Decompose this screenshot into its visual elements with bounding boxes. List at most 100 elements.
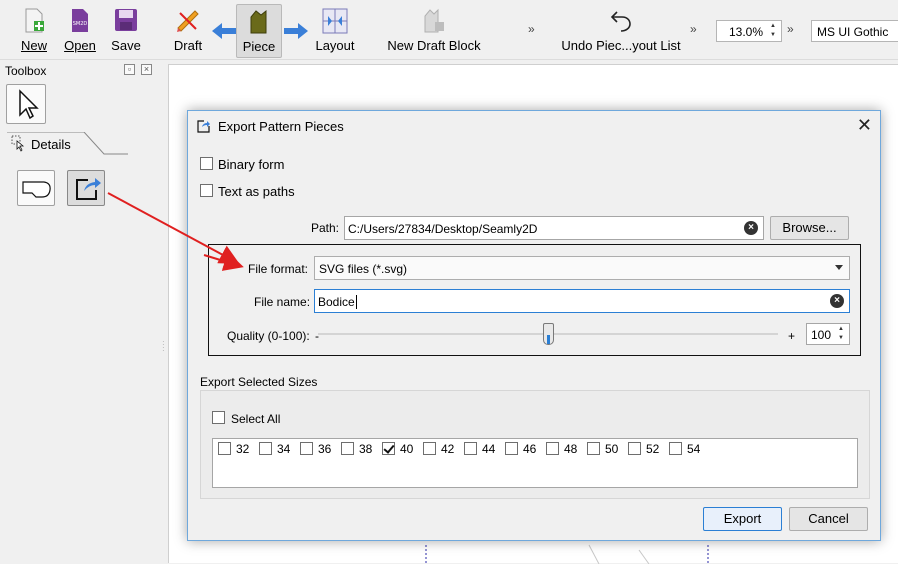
- undo-button[interactable]: Undo Piec...yout List: [560, 4, 682, 58]
- draft-button[interactable]: Draft: [168, 4, 208, 58]
- text-as-paths-checkbox[interactable]: [200, 184, 213, 197]
- quality-value: 100: [811, 328, 832, 342]
- clear-file-name-icon[interactable]: ×: [830, 294, 844, 308]
- piece-tool-button[interactable]: [17, 170, 55, 206]
- cancel-button[interactable]: Cancel: [789, 507, 868, 531]
- size-checkbox[interactable]: [341, 442, 354, 455]
- size-checkbox[interactable]: [669, 442, 682, 455]
- new-draft-block-icon: [424, 8, 444, 33]
- new-label: New: [20, 38, 47, 53]
- size-checkbox[interactable]: [423, 442, 436, 455]
- path-value: C:/Users/27834/Desktop/Seamly2D: [348, 222, 538, 236]
- size-checkbox[interactable]: [505, 442, 518, 455]
- font-value: MS UI Gothic: [817, 25, 889, 39]
- size-checkbox[interactable]: [300, 442, 313, 455]
- browse-button[interactable]: Browse...: [770, 216, 849, 240]
- piece-icon: [250, 9, 267, 34]
- toolbar-overflow-chevron-3[interactable]: »: [787, 22, 794, 36]
- sizes-group-label: Export Selected Sizes: [200, 375, 318, 389]
- size-label: 54: [687, 442, 701, 456]
- file-name-label: File name:: [254, 295, 311, 309]
- toolbox-title: Toolbox: [5, 64, 47, 78]
- browse-label: Browse...: [782, 220, 837, 235]
- layout-icon: [322, 8, 348, 34]
- binary-form-checkbox[interactable]: [200, 157, 213, 170]
- path-label: Path:: [311, 221, 340, 235]
- size-checkbox[interactable]: [546, 442, 559, 455]
- spin-up-icon[interactable]: ▲: [767, 22, 779, 31]
- layout-label: Layout: [315, 38, 355, 53]
- text-as-paths-label: Text as paths: [218, 184, 295, 199]
- export-button[interactable]: Export: [703, 507, 782, 531]
- quality-plus: +: [788, 329, 796, 343]
- file-format-label: File format:: [248, 262, 309, 276]
- cancel-label: Cancel: [808, 511, 849, 526]
- text-cursor: [355, 295, 357, 309]
- piece-outline-icon: [22, 181, 51, 198]
- size-label: 50: [605, 442, 619, 456]
- binary-form-label: Binary form: [218, 157, 285, 172]
- size-checkbox[interactable]: [382, 442, 395, 455]
- dock-buttons: ▫ ×: [124, 64, 158, 75]
- quality-minus: -: [315, 329, 319, 343]
- open-button[interactable]: SM2D Open: [62, 4, 98, 58]
- new-draft-block-label: New Draft Block: [387, 38, 481, 53]
- float-icon[interactable]: ▫: [124, 64, 135, 75]
- main-toolbar: New SM2D Open Save Draft Piece Layout Ne…: [0, 0, 898, 60]
- open-sm2d-icon: SM2D: [72, 9, 88, 32]
- size-checkbox[interactable]: [218, 442, 231, 455]
- size-checkbox[interactable]: [628, 442, 641, 455]
- details-tab[interactable]: Details: [6, 132, 128, 156]
- spin-down-icon[interactable]: ▼: [835, 334, 847, 343]
- size-label: 32: [236, 442, 250, 456]
- file-name-value: Bodice: [318, 295, 355, 309]
- new-draft-block-button[interactable]: New Draft Block: [384, 4, 484, 58]
- quality-spinbox[interactable]: 100 ▲ ▼: [806, 323, 850, 345]
- spin-down-icon[interactable]: ▼: [767, 31, 779, 40]
- export-pieces-tool-button[interactable]: [67, 170, 105, 206]
- svg-text:SM2D: SM2D: [73, 21, 88, 27]
- size-checkbox[interactable]: [259, 442, 272, 455]
- font-combo[interactable]: MS UI Gothic: [811, 20, 898, 42]
- size-label: 44: [482, 442, 496, 456]
- select-all-checkbox[interactable]: [212, 411, 225, 424]
- layout-button[interactable]: Layout: [312, 4, 358, 58]
- size-label: 34: [277, 442, 291, 456]
- new-button[interactable]: New: [18, 4, 50, 58]
- size-label: 38: [359, 442, 373, 456]
- select-all-label: Select All: [231, 412, 281, 426]
- sizes-group: Select All 32 34 36 38 40 42 44 46 48 50 52 54: [200, 390, 870, 499]
- draft-pencil-icon: [177, 10, 199, 32]
- toolbar-overflow-chevron-2[interactable]: »: [690, 22, 697, 36]
- clear-path-icon[interactable]: ×: [744, 221, 758, 235]
- spin-up-icon[interactable]: ▲: [835, 325, 847, 334]
- save-label: Save: [111, 38, 141, 53]
- size-label: 48: [564, 442, 578, 456]
- details-tab-label: Details: [31, 137, 71, 152]
- piece-button[interactable]: Piece: [236, 4, 282, 58]
- undo-label: Undo Piec...yout List: [561, 38, 681, 53]
- file-name-field[interactable]: Bodice ×: [314, 289, 850, 313]
- export-icon: [76, 178, 101, 200]
- file-format-combo[interactable]: SVG files (*.svg): [314, 256, 850, 280]
- sizes-list: 32 34 36 38 40 42 44 46 48 50 52 54: [212, 438, 858, 488]
- file-format-value: SVG files (*.svg): [319, 262, 408, 276]
- path-field[interactable]: C:/Users/27834/Desktop/Seamly2D ×: [344, 216, 764, 240]
- dialog-title-bar: Export Pattern Pieces ✕: [188, 111, 880, 141]
- size-checkbox[interactable]: [464, 442, 477, 455]
- save-button[interactable]: Save: [108, 4, 144, 58]
- toolbar-overflow-chevron[interactable]: »: [528, 22, 535, 36]
- quality-slider-handle[interactable]: [543, 323, 554, 345]
- splitter-handle[interactable]: · · · ·: [162, 338, 165, 355]
- size-checkbox[interactable]: [587, 442, 600, 455]
- dialog-close-icon[interactable]: ✕: [857, 115, 872, 136]
- piece-label: Piece: [242, 39, 276, 54]
- size-label: 46: [523, 442, 537, 456]
- close-icon[interactable]: ×: [141, 64, 152, 75]
- zoom-spinbox[interactable]: 13.0% ▲ ▼: [716, 20, 782, 42]
- chevron-down-icon: [835, 265, 843, 270]
- export-label: Export: [723, 511, 762, 526]
- pointer-tool-button[interactable]: [6, 84, 46, 124]
- arrow-left-icon: [212, 23, 236, 39]
- pointer-arrow-icon: [19, 89, 39, 120]
